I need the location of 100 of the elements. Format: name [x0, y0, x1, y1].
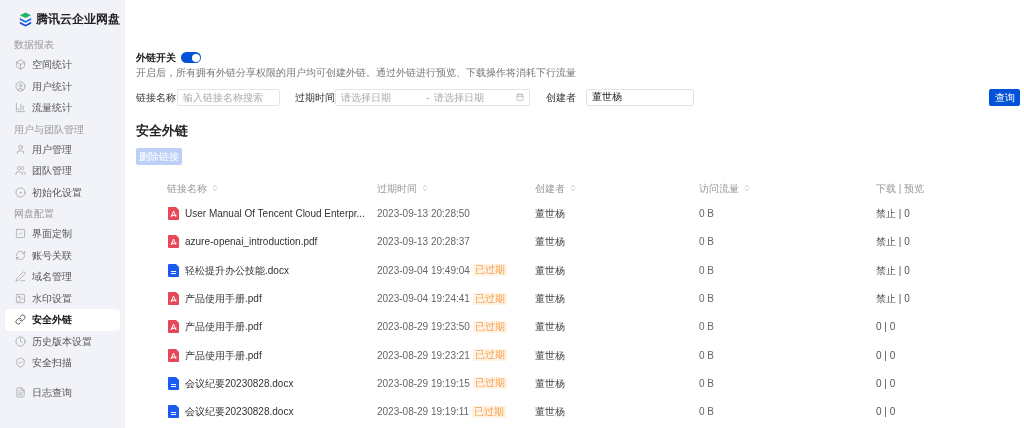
sort-icon[interactable]: [743, 184, 751, 192]
creator-name: 董世杨: [535, 292, 566, 307]
expired-tag: 已过期: [472, 320, 507, 333]
expiry-time: 2023-08-29 19:23:21: [377, 348, 470, 363]
sidebar-item[interactable]: 安全扫描: [5, 352, 120, 374]
filter-label: 链接名称: [136, 90, 177, 105]
download-preview-value: 禁止 | 0: [876, 263, 911, 278]
expired-tag: 已过期: [472, 349, 507, 362]
brand-name: 腾讯云企业网盘: [36, 11, 120, 28]
link-name[interactable]: 会议纪要20230828.docx: [185, 375, 294, 391]
sort-icon[interactable]: [211, 184, 219, 192]
sidebar-item[interactable]: 域名管理: [5, 266, 120, 288]
sidebar-item[interactable]: 账号关联: [5, 244, 120, 266]
expired-tag: 已过期: [472, 405, 507, 418]
sidebar-section-label: 网盘配置: [13, 207, 55, 221]
clock-icon: [15, 335, 26, 347]
download-preview-value: 0 | 0: [876, 376, 897, 391]
users-icon: [15, 165, 26, 177]
pdf-file-icon: [168, 235, 179, 249]
download-preview-value: 禁止 | 0: [876, 235, 911, 250]
creator-name: 董世杨: [535, 207, 566, 222]
download-preview-value: 禁止 | 0: [876, 207, 911, 222]
document-file-icon: [168, 263, 179, 277]
expiry-time: 2023-08-29 19:19:11: [377, 405, 470, 420]
column-header: 链接名称: [167, 181, 207, 196]
toggle-switch[interactable]: [181, 52, 201, 63]
creator-name: 董世杨: [535, 235, 566, 250]
link-name[interactable]: azure-openai_introduction.pdf: [185, 234, 318, 250]
sidebar-item[interactable]: 安全外链: [5, 309, 120, 331]
switch-description: 开启后，所有拥有外链分享权限的用户均可创建外链。通过外链进行预览、下载操作将消耗下行流量: [136, 66, 577, 80]
sidebar-item[interactable]: 日志查询: [5, 381, 120, 403]
traffic-value: 0 B: [699, 235, 715, 250]
filter-label: 过期时间: [295, 90, 335, 105]
section-title: 安全外链: [136, 122, 189, 140]
sidebar-section-label: 数据报表: [13, 38, 55, 52]
expiry-time: 2023-08-29 19:19:15: [377, 376, 470, 391]
link-name[interactable]: 会议纪要20230828.docx: [185, 404, 294, 420]
search-button[interactable]: 查询: [989, 88, 1020, 106]
expired-tag: 已过期: [472, 377, 507, 390]
filter-label: 创建者: [546, 90, 577, 105]
pdf-file-icon: [168, 292, 179, 306]
column-header: 过期时间: [377, 181, 417, 196]
creator-name: 董世杨: [535, 320, 566, 335]
link-name[interactable]: 产品使用手册.pdf: [185, 319, 262, 335]
sidebar-item[interactable]: 水印设置: [5, 287, 120, 309]
sidebar-item[interactable]: 团队管理: [5, 160, 120, 182]
sidebar-item[interactable]: 流量统计: [5, 97, 120, 119]
document-icon: [15, 386, 26, 398]
creator-name: 董世杨: [535, 348, 566, 363]
link-name[interactable]: 产品使用手册.pdf: [185, 347, 262, 363]
pdf-file-icon: [168, 320, 179, 334]
link-name[interactable]: 产品使用手册.pdf: [185, 291, 262, 307]
expired-tag: 已过期: [472, 292, 507, 305]
expiry-time: 2023-09-13 20:28:50: [377, 207, 470, 222]
traffic-value: 0 B: [699, 292, 715, 307]
name-search-field[interactable]: 输入链接名称搜索: [177, 88, 280, 106]
link-icon: [15, 314, 26, 326]
creator-name: 董世杨: [535, 376, 566, 391]
document-file-icon: [168, 405, 179, 419]
shield-icon: [15, 357, 26, 369]
sidebar-item[interactable]: 用户管理: [5, 138, 120, 160]
creator-field[interactable]: 董世杨: [586, 88, 694, 106]
column-header: 下载 | 预览: [876, 181, 925, 196]
circle-icon: [15, 186, 26, 198]
expired-tag: 已过期: [472, 264, 507, 277]
link-name[interactable]: User Manual Of Tencent Cloud Enterpr...: [185, 206, 365, 222]
sidebar-section-label: 用户与团队管理: [13, 122, 85, 137]
sidebar-item[interactable]: 界面定制: [5, 223, 120, 245]
expiry-time: 2023-09-04 19:24:41: [377, 292, 470, 307]
logo-icon: [18, 11, 33, 27]
pdf-file-icon: [168, 207, 179, 221]
download-preview-value: 0 | 0: [876, 320, 897, 335]
switch-label: 外链开关: [136, 51, 176, 65]
user-icon: [15, 143, 26, 155]
traffic-value: 0 B: [699, 348, 715, 363]
pen-icon: [15, 271, 26, 283]
document-file-icon: [168, 376, 179, 390]
traffic-value: 0 B: [699, 376, 715, 391]
expiry-time: 2023-09-13 20:28:37: [377, 235, 470, 250]
user-circle-icon: [15, 80, 26, 92]
column-header: 创建者: [535, 181, 565, 196]
checkbox-icon: [15, 228, 26, 240]
image-icon: [15, 292, 26, 304]
column-header: 访问流量: [699, 181, 739, 196]
sidebar-item[interactable]: 历史版本设置: [5, 330, 120, 352]
sort-icon[interactable]: [569, 184, 577, 192]
sort-icon[interactable]: [421, 184, 429, 192]
bar-chart-icon: [15, 102, 26, 114]
expiry-time: 2023-08-29 19:23:50: [377, 320, 470, 335]
creator-name: 董世杨: [535, 405, 566, 420]
sidebar-item[interactable]: 初始化设置: [5, 181, 120, 203]
calendar-icon: [516, 93, 524, 101]
traffic-value: 0 B: [699, 263, 715, 278]
link-name[interactable]: 轻松提升办公技能.docx: [185, 262, 289, 278]
box-icon: [15, 59, 26, 71]
sidebar-item[interactable]: 空间统计: [5, 54, 120, 76]
sidebar-item[interactable]: 用户统计: [5, 75, 120, 97]
download-preview-value: 0 | 0: [876, 405, 897, 420]
expiry-time: 2023-09-04 19:49:04: [377, 263, 470, 278]
traffic-value: 0 B: [699, 320, 715, 335]
